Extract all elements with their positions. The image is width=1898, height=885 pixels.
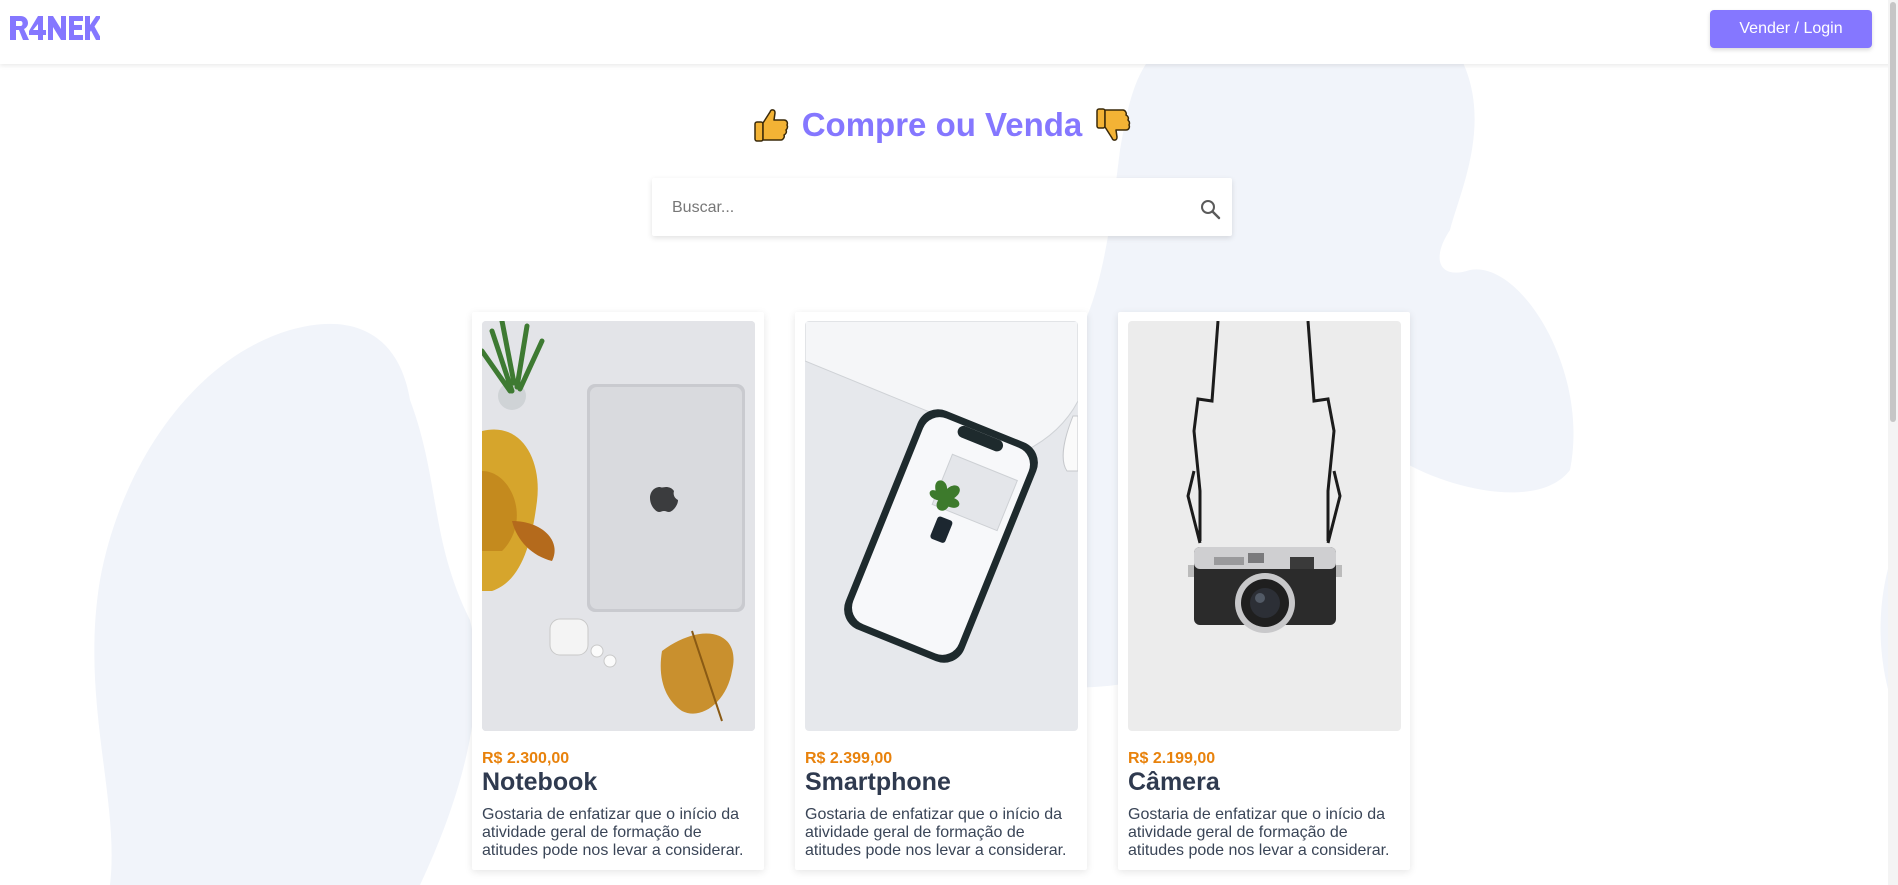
product-description: Gostaria de enfatizar que o início da at…: [805, 806, 1067, 859]
product-photo-smartphone[interactable]: [805, 321, 1078, 731]
product-price: R$ 2.199,00: [1128, 750, 1216, 767]
vertical-scrollbar[interactable]: [1888, 0, 1898, 885]
product-card-smartphone[interactable]: R$ 2.399,00 Smartphone Gostaria de enfat…: [795, 312, 1087, 870]
product-price: R$ 2.300,00: [482, 750, 570, 767]
thumbs-up-icon: [753, 109, 788, 142]
product-description: Gostaria de enfatizar que o início da at…: [1128, 806, 1390, 859]
product-description: Gostaria de enfatizar que o início da at…: [482, 806, 744, 859]
product-card-notebook[interactable]: R$ 2.300,00 Notebook Gostaria de enfatiz…: [472, 312, 764, 870]
product-name[interactable]: Smartphone: [805, 768, 951, 797]
search-form: [652, 178, 1232, 236]
product-card-camera[interactable]: R$ 2.199,00 Câmera Gostaria de enfatizar…: [1118, 312, 1410, 870]
thumbs-down-icon: [1096, 108, 1131, 141]
product-price: R$ 2.399,00: [805, 750, 893, 767]
page-title-text: Compre ou Venda: [801, 106, 1083, 143]
page-title: Compre ou Venda: [0, 106, 1884, 144]
product-photo-notebook[interactable]: [482, 321, 755, 731]
product-name[interactable]: Câmera: [1128, 768, 1220, 797]
ranek-logo[interactable]: [8, 14, 100, 42]
product-photo-camera[interactable]: [1128, 321, 1401, 731]
search-input[interactable]: [670, 192, 1154, 224]
product-name[interactable]: Notebook: [482, 768, 597, 797]
vender-login-button[interactable]: Vender / Login: [1710, 10, 1872, 48]
top-bar: Vender / Login: [0, 0, 1898, 64]
search-icon[interactable]: [1198, 197, 1222, 221]
scrollbar-thumb[interactable]: [1890, 2, 1896, 422]
main-content: Compre ou Venda Buscar... R$ 2.300,00 No…: [0, 0, 1888, 885]
